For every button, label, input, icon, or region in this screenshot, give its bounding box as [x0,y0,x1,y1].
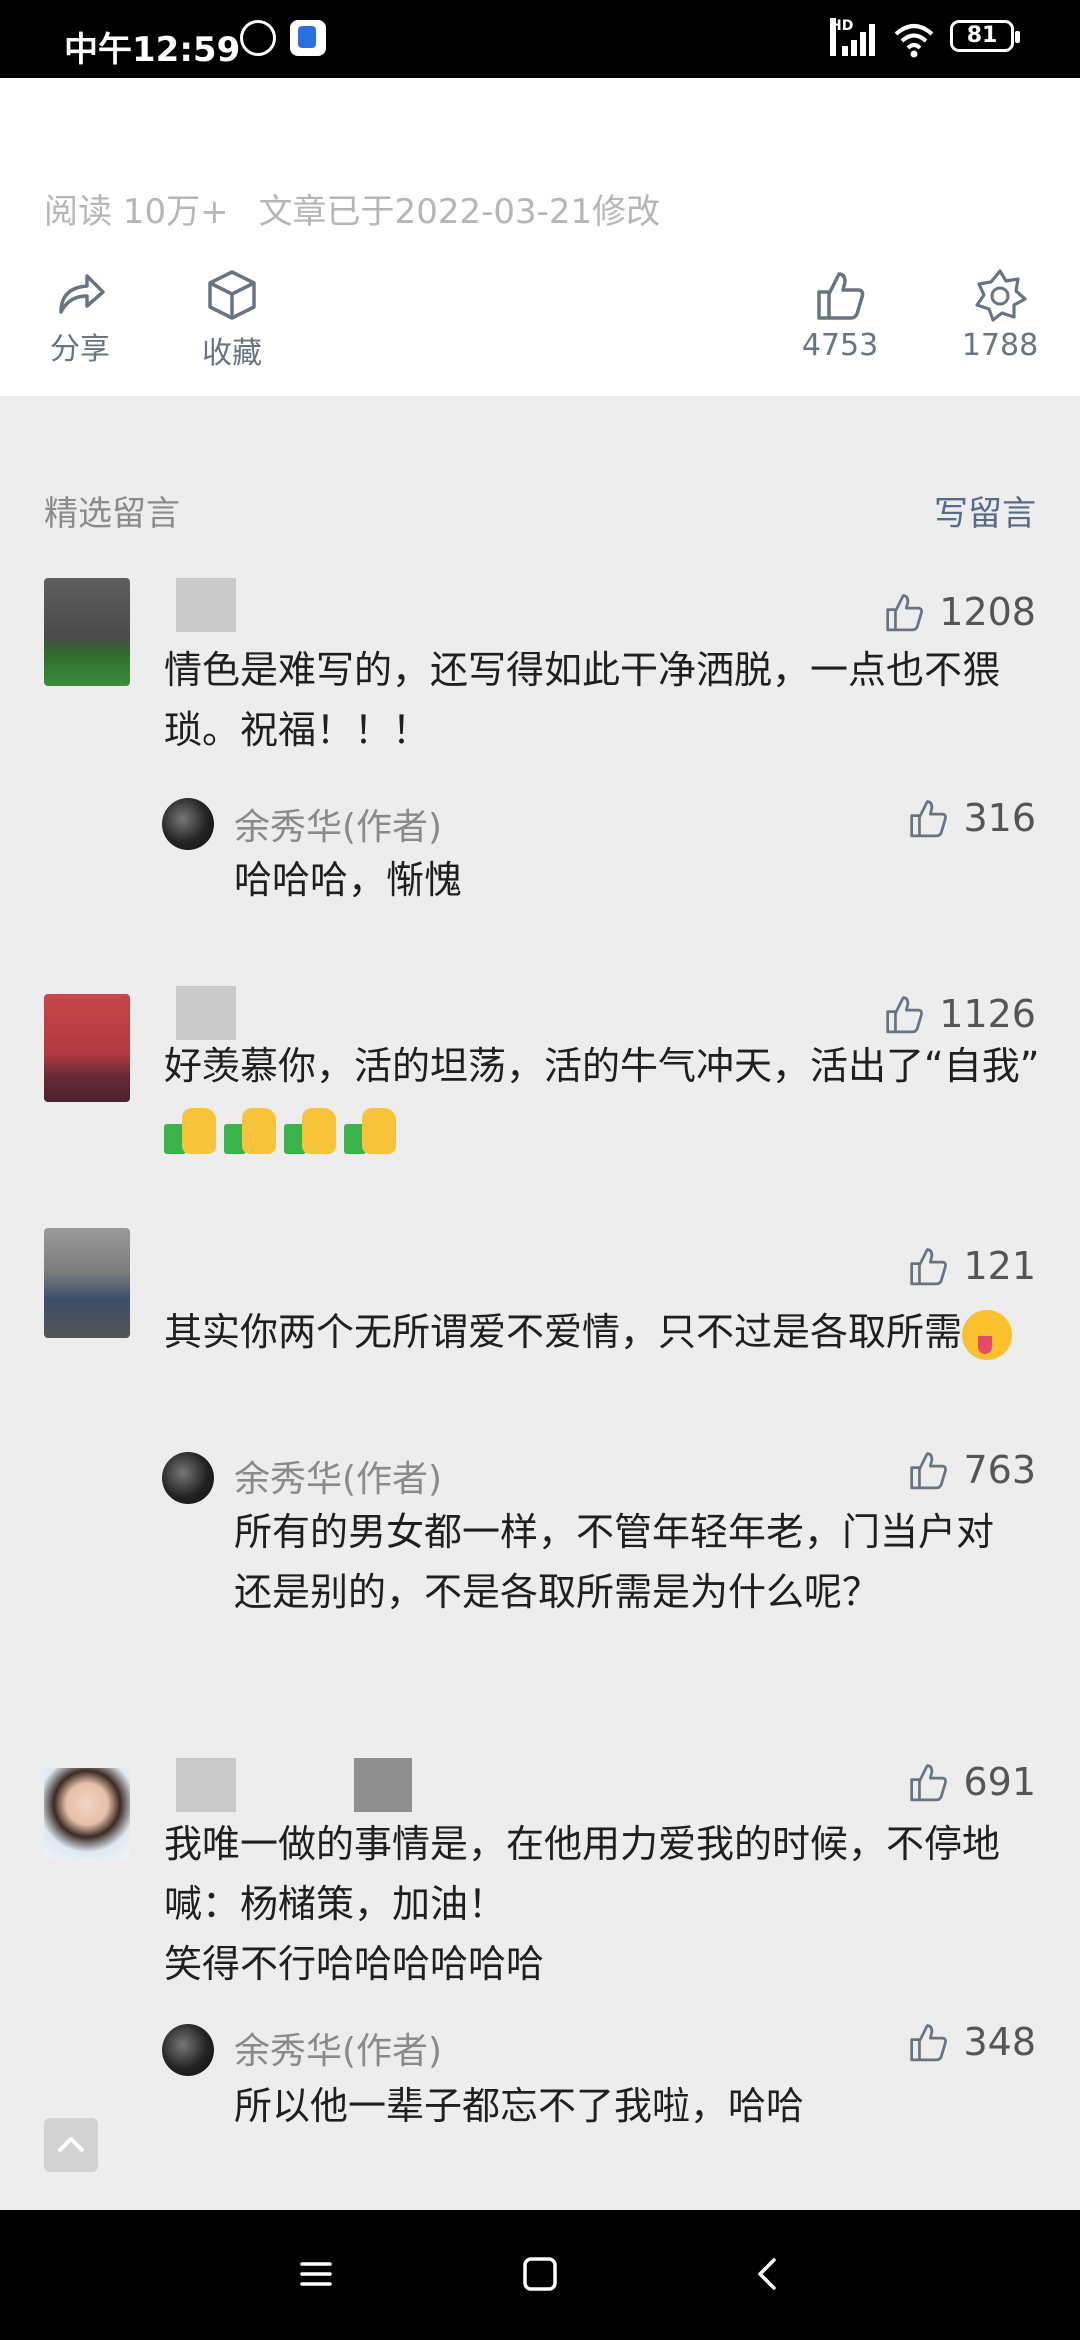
thumbs-up-icon [910,1452,948,1490]
thumbs-up-emoji [284,1104,338,1154]
like-count: 348 [963,2020,1036,2064]
like-count: 691 [963,1760,1036,1804]
star-flower-icon [975,269,1027,322]
comment-like-button[interactable]: 691 [907,1760,1036,1804]
like-count: 1126 [939,992,1036,1036]
reply-text: 所以他一辈子都忘不了我啦，哈哈 [234,2084,805,2128]
like-article-button[interactable]: 4753 [800,268,880,363]
menu-button[interactable] [296,2254,336,2298]
status-bar: 中午12:59 HD 81 [0,0,1080,78]
author-avatar[interactable] [162,2024,214,2076]
system-nav-bar [0,2210,1080,2340]
author-avatar[interactable] [162,1452,214,1504]
commenter-name-redacted [176,578,236,632]
author-name: 余秀华(作者) [234,2031,443,2072]
scroll-to-top-button[interactable] [44,2118,98,2172]
comment-text-body: 其实你两个无所谓爱不爱情，只不过是各取所需 [164,1310,963,1354]
collect-button[interactable]: 收藏 [196,268,268,372]
comment-text: 我唯一做的事情是，在他用力爱我的时候，不停地喊：杨槠策，加油！ [164,1822,1001,1926]
commenter-name-redacted [176,986,236,1040]
like-count: 1208 [939,590,1036,634]
avatar[interactable] [44,1228,130,1338]
avatar[interactable] [44,1768,130,1858]
home-button[interactable] [520,2254,560,2298]
comments-header: 精选留言 写留言 [44,486,1036,535]
share-button[interactable]: 分享 [44,268,116,368]
reply-like-button[interactable]: 348 [907,2020,1036,2064]
avatar[interactable] [44,994,130,1102]
comment-like-button[interactable]: 121 [907,1244,1036,1288]
thumbs-up-emoji [224,1104,278,1154]
thumbs-up-icon [817,272,865,320]
battery-icon: 81 [950,20,1020,52]
reply-like-button[interactable]: 763 [907,1448,1036,1492]
author-avatar[interactable] [162,798,214,850]
signal-icon: HD [830,18,876,60]
comment-like-button[interactable]: 1126 [883,992,1036,1036]
article-meta: 阅读 10万+ 文章已于2022-03-21修改 [44,184,660,233]
alarm-icon [240,20,276,56]
thumbs-up-icon [910,1248,948,1286]
wifi-icon [892,20,936,60]
commenter-name-redacted [354,1758,412,1812]
thumbs-up-icon [910,1764,948,1802]
reply-text: 哈哈哈，惭愧 [234,858,463,902]
thumbs-up-icon [886,594,924,632]
app-notification-icon [290,20,326,56]
featured-comments-title: 精选留言 [44,494,180,534]
chevron-up-icon [58,2137,84,2152]
thumbs-up-icon [886,996,924,1034]
like-count: 763 [963,1448,1036,1492]
comment-like-button[interactable]: 1208 [883,590,1036,634]
author-name: 余秀华(作者) [234,1459,443,1500]
article-footer: 阅读 10万+ 文章已于2022-03-21修改 分享 收藏 4753 1788 [0,78,1080,396]
comment-text: 好羡慕你，活的坦荡，活的牛气冲天，活出了“自我” [164,1036,1044,1156]
read-count: 阅读 10万+ [44,192,229,232]
share-icon [59,274,105,314]
collect-label: 收藏 [202,336,262,371]
comment-text-body: 好羡慕你，活的坦荡，活的牛气冲天，活出了“自我” [164,1044,1040,1088]
cube-icon [208,270,256,320]
winking-face-emoji [962,1309,1013,1360]
thumbs-up-emoji [164,1104,218,1154]
wow-button[interactable]: 1788 [960,268,1040,363]
comment-text-line2: 笑得不行哈哈哈哈哈哈 [164,1942,545,1986]
back-button[interactable] [748,2254,788,2298]
reply-like-button[interactable]: 316 [907,796,1036,840]
back-chevron-icon [758,2258,776,2290]
modified-note: 文章已于2022-03-21修改 [258,192,661,232]
like-count: 316 [963,796,1036,840]
article-like-count: 4753 [801,328,879,363]
comment-text: 情色是难写的，还写得如此干净洒脱，一点也不猥琐。祝福！！！ [164,648,1001,752]
comment-text: 其实你两个无所谓爱不爱情，只不过是各取所需 [164,1302,1044,1362]
thumbs-up-emoji [344,1104,398,1154]
avatar[interactable] [44,578,130,686]
status-time: 中午12:59 [64,30,241,70]
commenter-name-redacted [176,1758,236,1812]
wow-count: 1788 [961,328,1039,363]
menu-icon [300,2262,332,2286]
network-type: HD [830,18,853,56]
write-comment-button[interactable]: 写留言 [934,486,1036,535]
thumbs-up-icon [910,800,948,838]
share-label: 分享 [50,332,110,367]
thumbs-up-icon [910,2024,948,2062]
like-count: 121 [963,1244,1036,1288]
square-icon [523,2257,557,2291]
author-name: 余秀华(作者) [234,807,443,848]
reply-text: 所有的男女都一样，不管年轻年老，门当户对还是别的，不是各取所需是为什么呢？ [234,1510,995,1614]
